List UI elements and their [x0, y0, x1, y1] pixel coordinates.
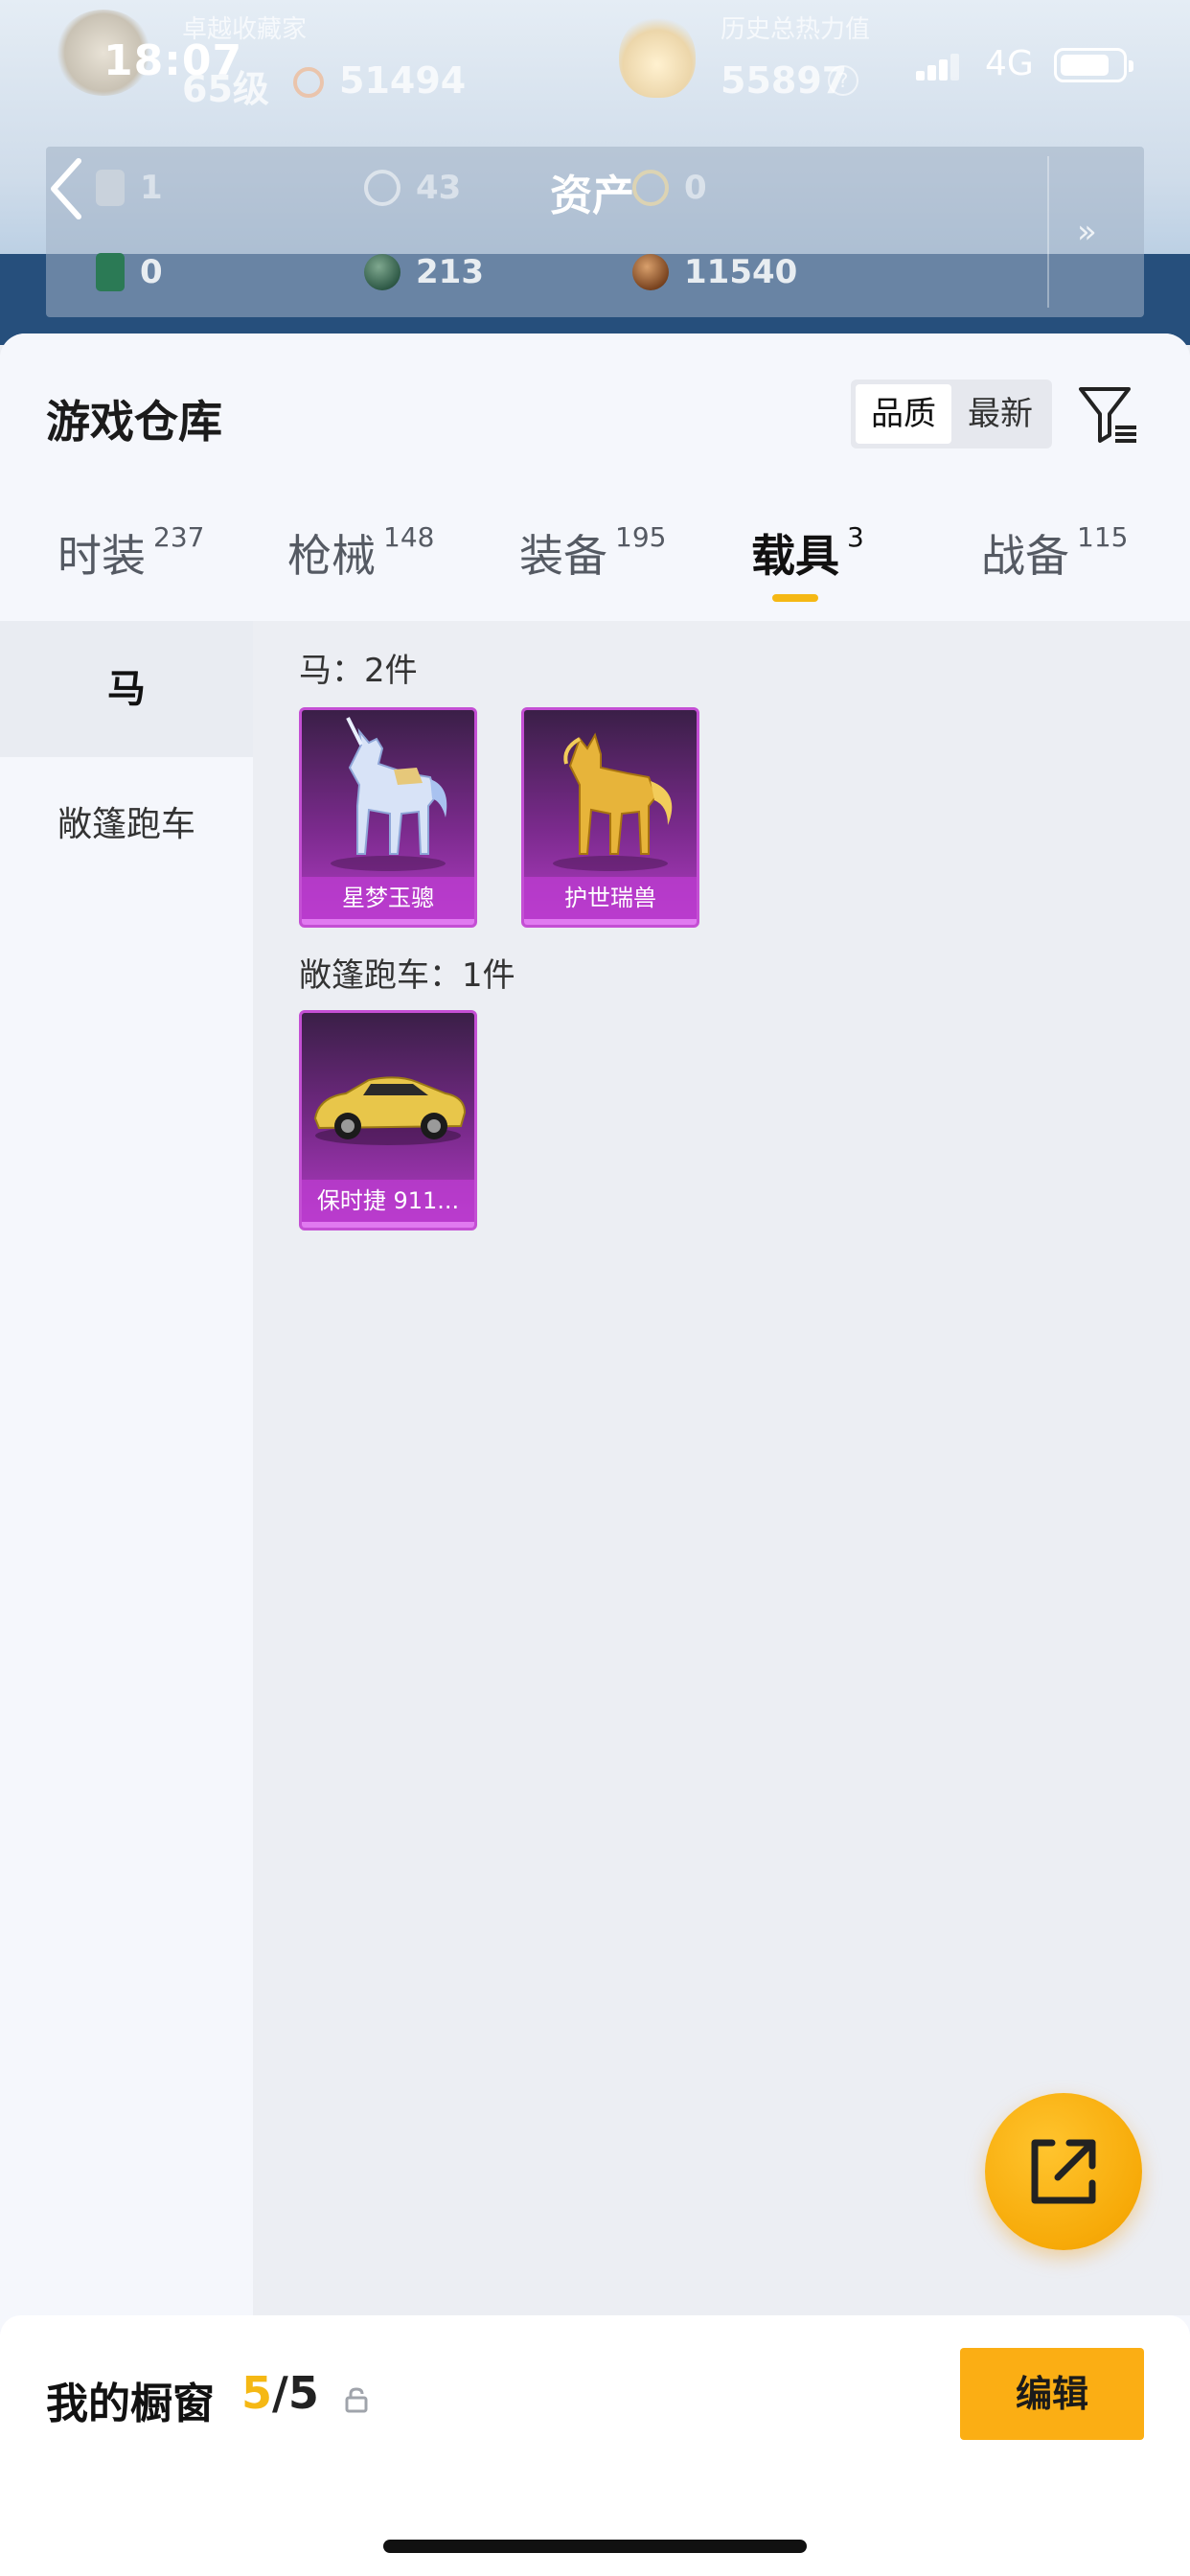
showcase-total: 5	[287, 2367, 319, 2419]
tab-label: 载具	[751, 530, 839, 582]
back-arrow-icon[interactable]	[44, 155, 88, 222]
showcase-bar: 我的橱窗 5/5 编辑	[0, 2315, 1190, 2576]
warehouse-header: 游戏仓库 品质 最新 时装 237 枪械 148 装备 195 载具 3 战备 …	[0, 334, 1190, 621]
showcase-label: 我的橱窗	[46, 2380, 215, 2428]
item-name: 护世瑞兽	[524, 877, 697, 919]
page-title: 游戏仓库	[46, 396, 222, 448]
tab-count: 3	[847, 521, 864, 553]
item-grid: 马：2件 星梦玉骢 护世瑞兽 敞篷跑车：1件 保时捷 911...	[253, 621, 1190, 2315]
tab-count: 237	[153, 521, 205, 553]
panel-divider	[1047, 156, 1049, 308]
tab-vehicles[interactable]: 载具 3	[751, 521, 864, 585]
cellular-signal-icon	[916, 54, 959, 80]
home-indicator	[383, 2540, 807, 2553]
rarity-bar	[302, 919, 474, 925]
asset-item: 0	[632, 169, 707, 207]
tab-equipment[interactable]: 装备 195	[519, 521, 666, 585]
asset-value: 213	[416, 253, 484, 291]
assets-title: 资产	[550, 172, 634, 220]
tab-count: 148	[383, 521, 435, 553]
tab-fashion[interactable]: 时装 237	[57, 521, 204, 585]
showcase-count: 5/5	[241, 2367, 319, 2419]
asset-value: 11540	[684, 253, 798, 291]
asset-value: 0	[140, 253, 163, 291]
share-button[interactable]	[985, 2093, 1142, 2250]
sort-toggle: 品质 最新	[851, 380, 1052, 448]
lock-icon	[345, 2387, 368, 2413]
asset-value: 1	[140, 169, 163, 207]
asset-item: 11540	[632, 253, 797, 291]
showcase-current: 5	[241, 2367, 273, 2419]
edit-button[interactable]: 编辑	[960, 2348, 1144, 2440]
card-icon	[96, 170, 125, 206]
item-name: 保时捷 911...	[302, 1180, 474, 1222]
asset-item: 43	[364, 169, 461, 207]
filter-icon[interactable]	[1077, 383, 1140, 447]
gold-coin-icon	[632, 170, 669, 206]
bronze-coin-icon	[632, 254, 669, 290]
tab-supplies[interactable]: 战备 115	[981, 521, 1128, 585]
golden-beast-image	[553, 732, 673, 871]
item-card[interactable]: 保时捷 911...	[299, 1010, 477, 1230]
category-tabs: 时装 237 枪械 148 装备 195 载具 3 战备 115	[0, 521, 1190, 617]
sort-by-newest-button[interactable]: 最新	[952, 384, 1048, 444]
tab-count: 195	[615, 521, 667, 553]
active-tab-indicator	[772, 594, 818, 602]
item-card[interactable]: 护世瑞兽	[521, 707, 699, 928]
share-icon	[1031, 2139, 1096, 2204]
tab-label: 枪械	[287, 530, 376, 582]
porsche-911-image	[313, 1076, 467, 1145]
green-card-icon	[96, 253, 125, 291]
status-bar: 18:07 4G	[0, 0, 1190, 129]
tab-label: 装备	[519, 530, 607, 582]
asset-item: 213	[364, 253, 484, 291]
subcategory-list: 马 敞篷跑车	[0, 621, 253, 2315]
asset-value: 0	[684, 169, 707, 207]
tab-count: 115	[1077, 521, 1129, 553]
group-title: 敞篷跑车：1件	[299, 956, 515, 995]
clock-coin-icon	[364, 170, 400, 206]
rarity-bar	[524, 919, 697, 925]
tab-label: 战备	[981, 530, 1069, 582]
sort-by-quality-button[interactable]: 品质	[856, 384, 951, 444]
battery-icon	[1054, 48, 1133, 82]
tab-firearms[interactable]: 枪械 148	[287, 521, 434, 585]
asset-item: 0	[96, 253, 163, 291]
green-orb-icon	[364, 254, 400, 290]
unicorn-image	[331, 717, 447, 871]
subcategory-horse[interactable]: 马	[0, 621, 253, 757]
showcase-separator: /	[272, 2367, 288, 2419]
network-type: 4G	[985, 44, 1034, 83]
group-title: 马：2件	[299, 652, 418, 690]
expand-assets-button[interactable]: »	[1077, 213, 1097, 251]
status-time: 18:07	[103, 36, 243, 85]
asset-item: 1	[96, 169, 163, 207]
item-name: 星梦玉骢	[302, 877, 474, 919]
asset-value: 43	[416, 169, 462, 207]
item-card[interactable]: 星梦玉骢	[299, 707, 477, 928]
rarity-bar	[302, 1222, 474, 1228]
tab-label: 时装	[57, 530, 146, 582]
subcategory-convertible[interactable]: 敞篷跑车	[0, 757, 253, 893]
